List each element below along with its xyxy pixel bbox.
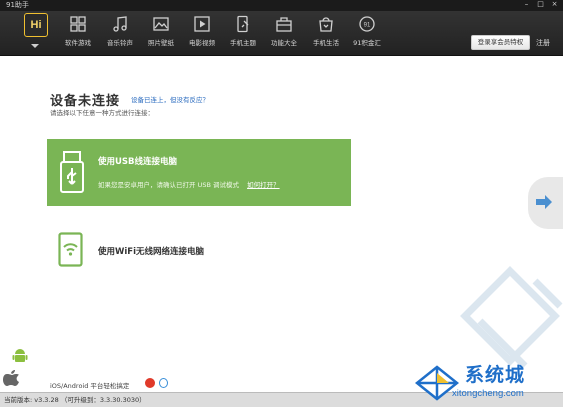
- minimize-icon[interactable]: –: [522, 0, 531, 9]
- nav-label: 软件游戏: [65, 39, 91, 47]
- window-controls: – □ ×: [522, 0, 559, 9]
- picture-icon: [153, 17, 169, 31]
- nav-label: 音乐铃声: [107, 39, 133, 47]
- dropdown-arrow-icon[interactable]: [31, 44, 39, 48]
- nav-item-coins[interactable]: 91 91积金汇: [351, 15, 383, 55]
- shopping-bag-icon: [319, 17, 333, 32]
- usb-desc-text: 如果您是安卓用户，请确认已打开 USB 调试模式: [98, 181, 239, 189]
- hi-home-button[interactable]: Hi: [24, 13, 48, 37]
- nav-label: 电影视频: [189, 39, 215, 47]
- qq-icon[interactable]: [159, 378, 168, 388]
- help-link[interactable]: 设备已连上，但没有反应？: [131, 94, 209, 104]
- apple-icon: [3, 370, 19, 386]
- nav-item-music[interactable]: 音乐铃声: [104, 15, 136, 55]
- nav-item-photos[interactable]: 照片壁纸: [145, 15, 177, 55]
- wifi-card-title: 使用WiFi无线网络连接电脑: [98, 247, 205, 257]
- close-icon[interactable]: ×: [550, 0, 559, 9]
- android-icon: [12, 349, 28, 362]
- nav-item-life[interactable]: 手机生活: [310, 15, 342, 55]
- window-titlebar: 91助手 – □ ×: [0, 0, 563, 11]
- nav-item-video[interactable]: 电影视频: [186, 15, 218, 55]
- nav-label: 手机生活: [313, 39, 339, 47]
- watermark-text: 系统城: [465, 364, 526, 386]
- phone-brush-icon: [237, 15, 249, 33]
- platform-text: iOS/Android 平台轻松搞定: [50, 382, 130, 390]
- nav-label: 功能大全: [271, 39, 297, 47]
- login-button[interactable]: 登录享会员特权: [471, 35, 530, 50]
- wifi-connect-option[interactable]: 使用WiFi无线网络连接电脑: [47, 224, 351, 272]
- nav-item-themes[interactable]: 手机主题: [227, 15, 259, 55]
- nav-label: 91积金汇: [353, 39, 381, 47]
- usb-card-title: 使用USB线连接电脑: [98, 157, 178, 167]
- instruction-text: 请选择以下任意一种方式进行连接：: [50, 109, 154, 117]
- grid-apps-icon: [70, 16, 86, 32]
- usb-cable-icon: [60, 151, 84, 193]
- usb-connect-card[interactable]: 使用USB线连接电脑 如果您是安卓用户，请确认已打开 USB 调试模式 如何打开…: [47, 139, 351, 206]
- next-page-button[interactable]: [528, 177, 563, 229]
- arrow-right-icon: [536, 195, 552, 209]
- nav-item-tools[interactable]: 功能大全: [268, 15, 300, 55]
- weibo-icon[interactable]: [145, 378, 155, 388]
- nav-label: 照片壁纸: [148, 39, 174, 47]
- window-title: 91助手: [6, 1, 29, 9]
- how-to-enable-link[interactable]: 如何打开？: [247, 181, 280, 189]
- version-text: 当前版本: v3.3.28 （可升级到：3.3.30.3030）: [4, 396, 146, 404]
- maximize-icon[interactable]: □: [536, 0, 545, 9]
- usb-card-description: 如果您是安卓用户，请确认已打开 USB 调试模式 如何打开？: [98, 179, 280, 189]
- coin-icon: 91: [359, 16, 375, 32]
- connection-panel: 设备未连接 设备已连上，但没有反应？ 请选择以下任意一种方式进行连接： 使用US…: [0, 56, 563, 392]
- svg-text:91: 91: [364, 23, 371, 29]
- watermark-domain: xitongcheng.com: [452, 388, 524, 399]
- toolbox-icon: [276, 17, 292, 32]
- play-video-icon: [194, 16, 210, 32]
- nav-label: 手机主题: [230, 39, 256, 47]
- main-toolbar: Hi 软件游戏 音乐铃声 照片壁纸 电影视频 手机主题 功能大全 手机生活 91…: [0, 11, 563, 56]
- nav-item-apps[interactable]: 软件游戏: [62, 15, 94, 55]
- register-link[interactable]: 注册: [536, 38, 550, 48]
- music-note-icon: [113, 16, 127, 32]
- wifi-phone-icon: [58, 232, 83, 267]
